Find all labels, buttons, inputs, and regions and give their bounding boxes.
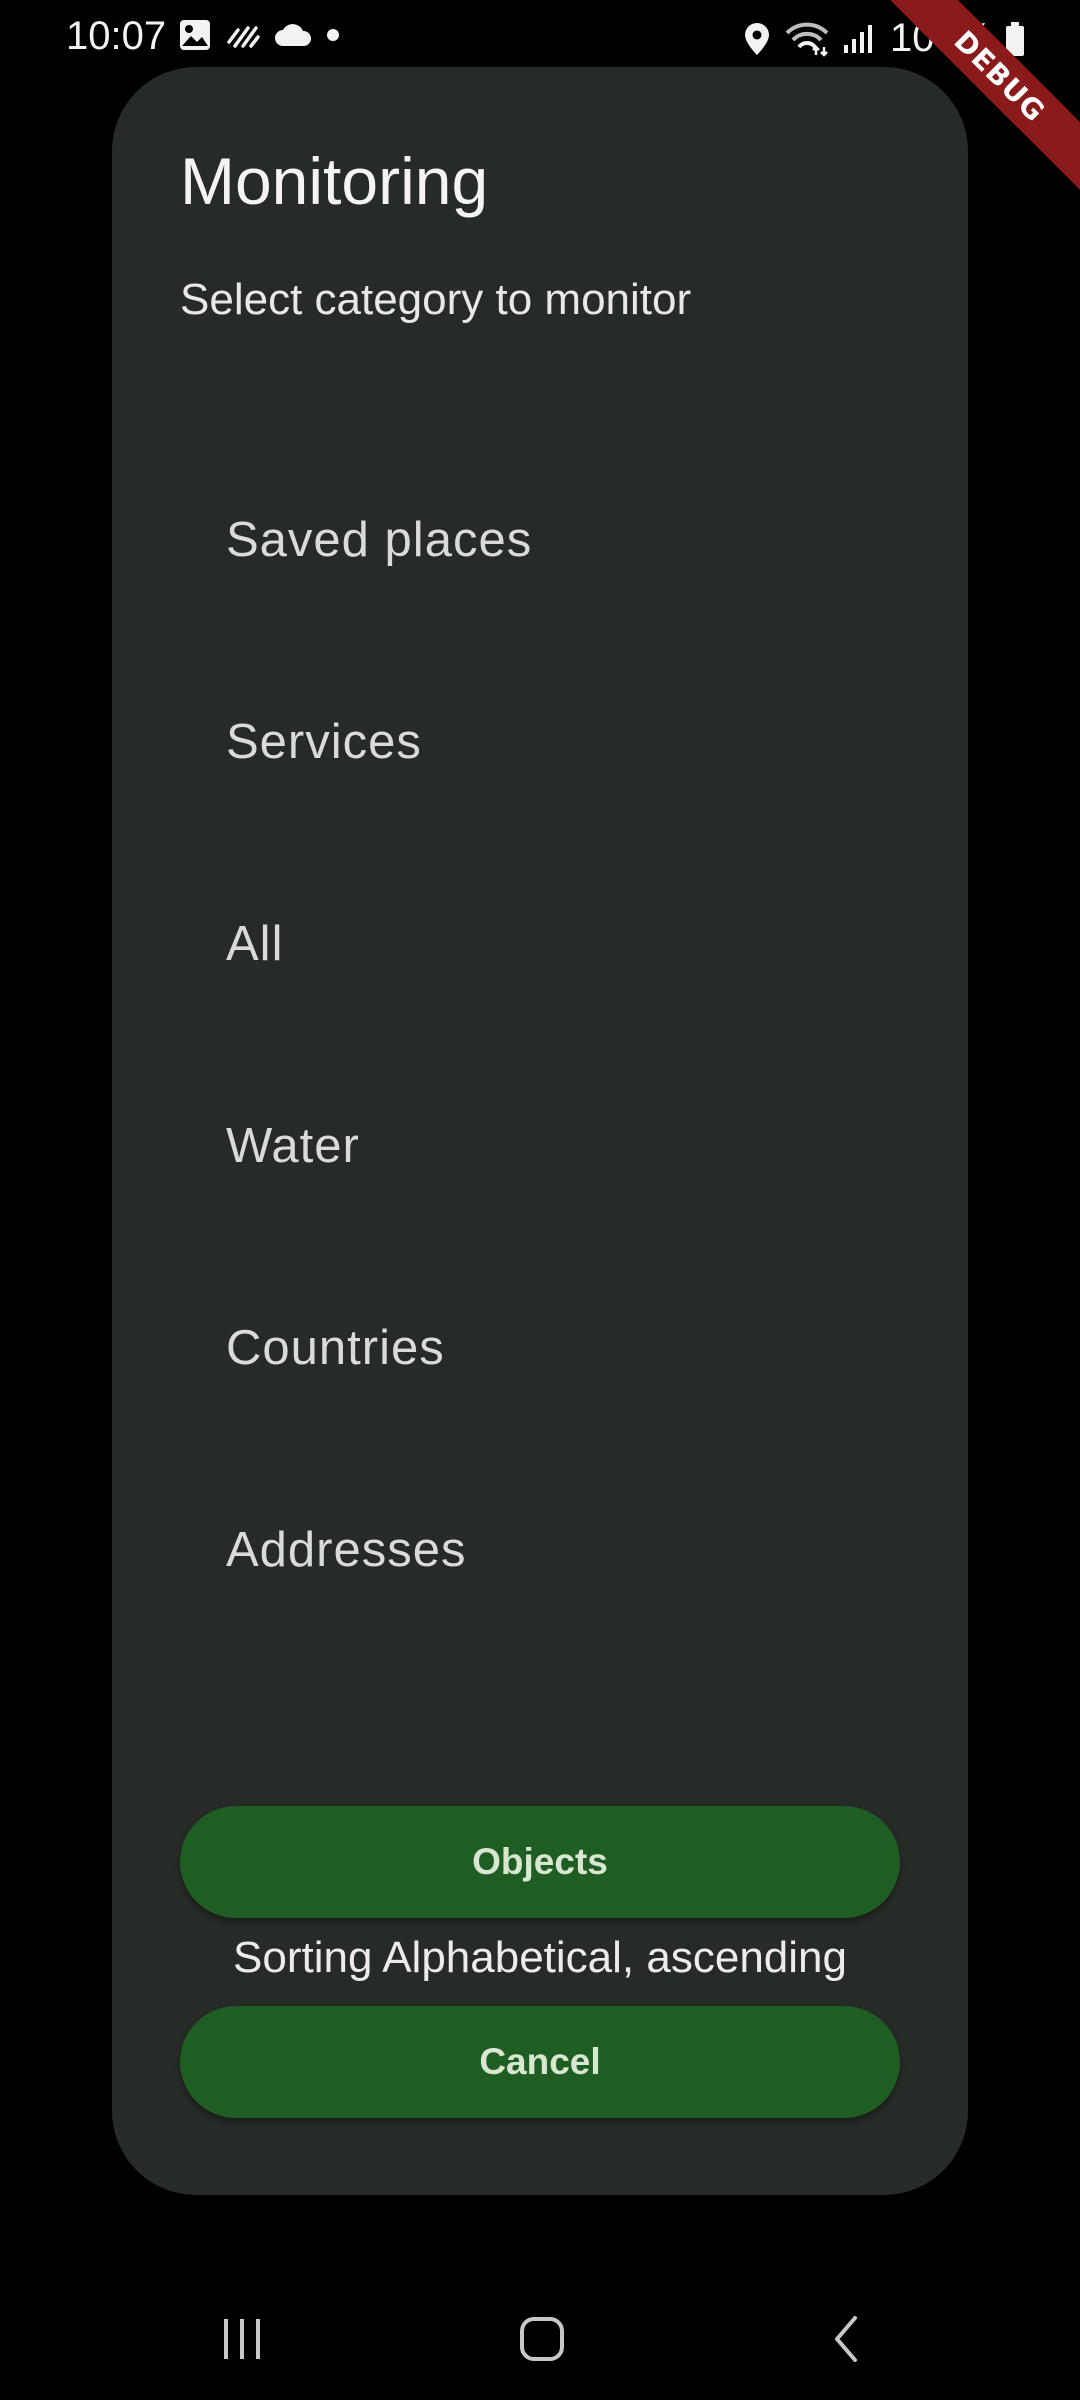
category-all[interactable]: All — [112, 843, 968, 1045]
category-countries[interactable]: Countries — [112, 1247, 968, 1449]
category-addresses[interactable]: Addresses — [112, 1449, 968, 1651]
category-list: Saved places Services All Water Countrie… — [112, 439, 968, 1651]
dialog-subtitle: Select category to monitor — [180, 275, 692, 324]
sorting-text[interactable]: Sorting Alphabetical, ascending — [112, 1933, 968, 1983]
monitoring-dialog: Monitoring Select category to monitor Sa… — [112, 67, 968, 2195]
back-icon — [829, 2314, 863, 2364]
signal-icon — [842, 23, 874, 55]
wifi-icon — [784, 21, 830, 57]
gallery-icon — [178, 18, 212, 52]
status-time: 10:07 — [66, 14, 167, 58]
recents-icon — [219, 2317, 265, 2361]
back-button[interactable] — [806, 2304, 886, 2374]
category-water[interactable]: Water — [112, 1045, 968, 1247]
dialog-title: Monitoring — [180, 144, 489, 218]
home-icon — [518, 2315, 566, 2363]
recents-button[interactable] — [202, 2304, 282, 2374]
location-icon — [742, 21, 772, 57]
activity-icon — [226, 20, 260, 50]
navigation-bar — [0, 2268, 1080, 2400]
cloud-icon — [274, 22, 312, 48]
status-notification-icons — [178, 18, 340, 52]
home-button[interactable] — [502, 2304, 582, 2374]
category-services[interactable]: Services — [112, 641, 968, 843]
cancel-button[interactable]: Cancel — [180, 2006, 900, 2118]
category-saved-places[interactable]: Saved places — [112, 439, 968, 641]
dot-icon — [326, 28, 340, 42]
objects-button[interactable]: Objects — [180, 1806, 900, 1918]
